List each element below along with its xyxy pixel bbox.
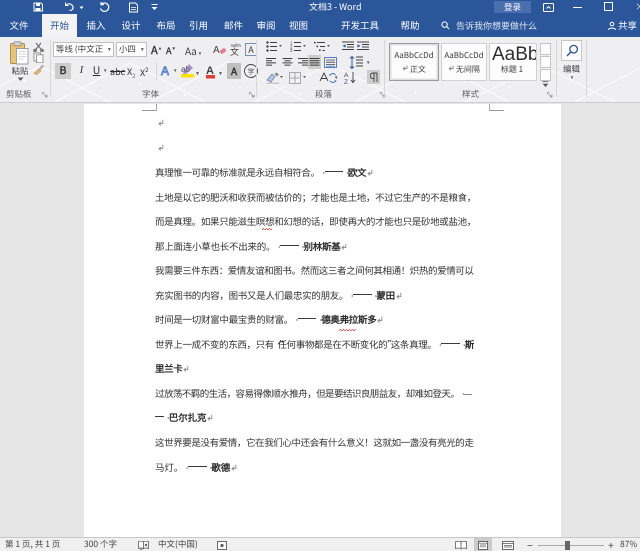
svg-text:▼: ▼ xyxy=(218,70,223,77)
svg-text:A: A xyxy=(344,72,349,79)
svg-text:A: A xyxy=(213,45,220,56)
svg-text:▼: ▼ xyxy=(195,70,200,77)
svg-text:3: 3 xyxy=(290,48,293,52)
svg-text:字: 字 xyxy=(248,67,255,77)
svg-text:Z: Z xyxy=(344,79,348,84)
svg-text:wén: wén xyxy=(231,42,241,49)
svg-text:A: A xyxy=(161,64,169,78)
